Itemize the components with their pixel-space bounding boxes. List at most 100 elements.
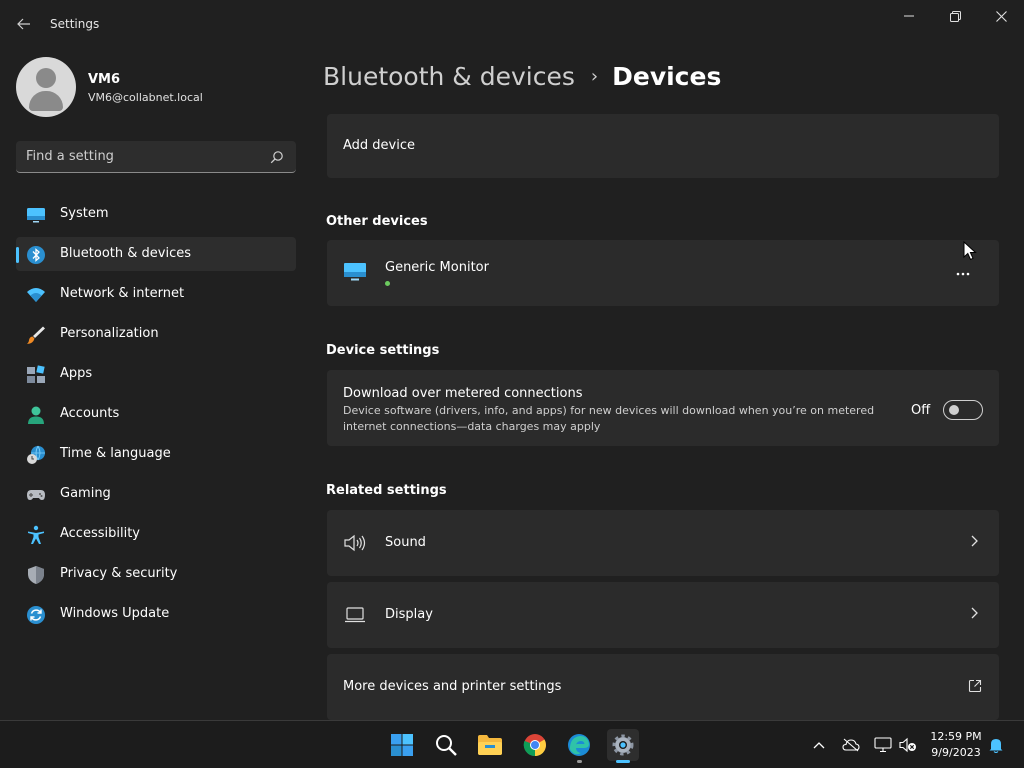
network-tray-button[interactable] bbox=[874, 736, 892, 754]
selected-indicator bbox=[16, 247, 19, 263]
search-input[interactable] bbox=[26, 141, 266, 172]
person-icon bbox=[28, 406, 44, 424]
breadcrumb-parent-link[interactable]: Bluetooth & devices bbox=[323, 62, 575, 91]
cloud-offline-icon bbox=[842, 738, 860, 752]
sidebar-item-label: Personalization bbox=[60, 326, 159, 341]
related-item-label: More devices and printer settings bbox=[343, 679, 562, 694]
back-button[interactable] bbox=[10, 10, 38, 38]
sidebar-item-windows-update[interactable]: Windows Update bbox=[16, 597, 296, 631]
clock-globe-icon bbox=[27, 445, 45, 464]
related-item-more-devices-printers[interactable]: More devices and printer settings bbox=[327, 654, 999, 720]
shield-icon bbox=[28, 566, 44, 584]
search-box[interactable] bbox=[16, 141, 296, 173]
chevron-up-icon bbox=[813, 742, 825, 749]
device-card-generic-monitor[interactable]: Generic Monitor bbox=[327, 240, 999, 306]
sidebar-item-apps[interactable]: Apps bbox=[16, 357, 296, 391]
title-bar: Settings bbox=[0, 0, 1024, 48]
related-item-display[interactable]: Display bbox=[327, 582, 999, 648]
search-icon[interactable] bbox=[270, 150, 284, 164]
sidebar-item-label: Apps bbox=[60, 366, 93, 381]
show-hidden-icons-button[interactable] bbox=[810, 736, 828, 754]
sidebar-item-label: Windows Update bbox=[60, 606, 170, 621]
sidebar-item-gaming[interactable]: Gaming bbox=[16, 477, 296, 511]
file-explorer-button[interactable] bbox=[474, 729, 506, 761]
app-title: Settings bbox=[50, 17, 100, 31]
settings-icon bbox=[612, 734, 634, 756]
more-icon bbox=[956, 272, 970, 276]
toggle-state-label: Off bbox=[911, 403, 931, 418]
chrome-button[interactable] bbox=[519, 729, 551, 761]
monitor-icon bbox=[27, 208, 45, 223]
sidebar-item-label: Accessibility bbox=[60, 526, 140, 541]
sidebar-item-bluetooth-devices[interactable]: Bluetooth & devices bbox=[16, 237, 296, 271]
laptop-icon bbox=[345, 607, 365, 623]
avatar[interactable] bbox=[16, 57, 76, 117]
speaker-muted-icon bbox=[899, 737, 916, 753]
minimize-button[interactable] bbox=[886, 4, 932, 28]
bell-icon bbox=[989, 739, 1003, 753]
device-settings-heading: Device settings bbox=[326, 343, 440, 358]
taskbar-search-button[interactable] bbox=[430, 729, 462, 761]
related-item-sound[interactable]: Sound bbox=[327, 510, 999, 576]
sidebar-item-label: Bluetooth & devices bbox=[60, 246, 191, 261]
chevron-right-icon bbox=[971, 535, 978, 547]
avatar-body bbox=[29, 91, 63, 111]
brush-icon bbox=[27, 326, 45, 344]
user-email: VM6@collabnet.local bbox=[88, 91, 203, 104]
edge-icon bbox=[568, 734, 590, 756]
sidebar-item-personalization[interactable]: Personalization bbox=[16, 317, 296, 351]
active-app-indicator bbox=[616, 760, 630, 763]
clock-date[interactable]: 9/9/2023 bbox=[920, 746, 992, 759]
wifi-icon bbox=[27, 288, 45, 302]
start-button[interactable] bbox=[386, 729, 418, 761]
user-name: VM6 bbox=[88, 72, 121, 87]
edge-button[interactable] bbox=[563, 729, 595, 763]
metered-download-toggle[interactable] bbox=[943, 400, 983, 420]
sidebar-item-label: Network & internet bbox=[60, 286, 185, 301]
chrome-icon bbox=[523, 734, 546, 757]
sidebar-item-label: System bbox=[60, 206, 109, 221]
apps-icon bbox=[27, 365, 45, 383]
update-icon bbox=[27, 606, 45, 624]
sidebar-item-network-internet[interactable]: Network & internet bbox=[16, 277, 296, 311]
sidebar-item-system[interactable]: System bbox=[16, 197, 296, 231]
back-arrow-icon bbox=[17, 18, 30, 30]
mouse-cursor-icon bbox=[963, 241, 977, 261]
more-options-button[interactable] bbox=[949, 262, 977, 286]
sidebar-item-label: Time & language bbox=[60, 446, 171, 461]
device-name: Generic Monitor bbox=[385, 260, 489, 275]
sidebar-item-accessibility[interactable]: Accessibility bbox=[16, 517, 296, 551]
sidebar-item-label: Privacy & security bbox=[60, 566, 178, 581]
sidebar-item-label: Accounts bbox=[60, 406, 120, 421]
monitor-icon bbox=[344, 263, 366, 281]
add-device-card[interactable]: Add device bbox=[327, 114, 999, 178]
metered-download-description: Device software (drivers, info, and apps… bbox=[343, 404, 875, 433]
device-status-indicator bbox=[385, 281, 390, 286]
external-link-icon bbox=[968, 679, 982, 693]
settings-taskbar-button[interactable] bbox=[607, 729, 639, 763]
clock-time[interactable]: 12:59 PM bbox=[920, 730, 992, 743]
running-indicator bbox=[577, 760, 582, 763]
sidebar-item-accounts[interactable]: Accounts bbox=[16, 397, 296, 431]
volume-tray-button[interactable] bbox=[899, 736, 917, 754]
breadcrumb: Bluetooth & devices › Devices bbox=[323, 58, 721, 94]
restore-button[interactable] bbox=[932, 4, 978, 28]
sidebar-item-time-language[interactable]: Time & language bbox=[16, 437, 296, 471]
sidebar-item-label: Gaming bbox=[60, 486, 111, 501]
metered-download-card: Download over metered connections Device… bbox=[327, 370, 999, 446]
toggle-knob bbox=[949, 405, 959, 415]
start-icon bbox=[391, 734, 413, 756]
onedrive-tray-button[interactable] bbox=[842, 736, 860, 754]
sidebar-item-privacy-security[interactable]: Privacy & security bbox=[16, 557, 296, 591]
restore-icon bbox=[949, 10, 961, 22]
minimize-icon bbox=[904, 15, 914, 17]
close-button[interactable] bbox=[978, 4, 1024, 28]
notifications-button[interactable] bbox=[987, 736, 1005, 754]
page-title: Devices bbox=[612, 61, 722, 91]
chevron-right-icon bbox=[971, 607, 978, 619]
add-device-label: Add device bbox=[343, 138, 416, 153]
breadcrumb-chevron-icon: › bbox=[590, 65, 599, 87]
related-settings-heading: Related settings bbox=[326, 483, 447, 498]
file-explorer-icon bbox=[478, 735, 502, 755]
gamepad-icon bbox=[27, 490, 45, 500]
